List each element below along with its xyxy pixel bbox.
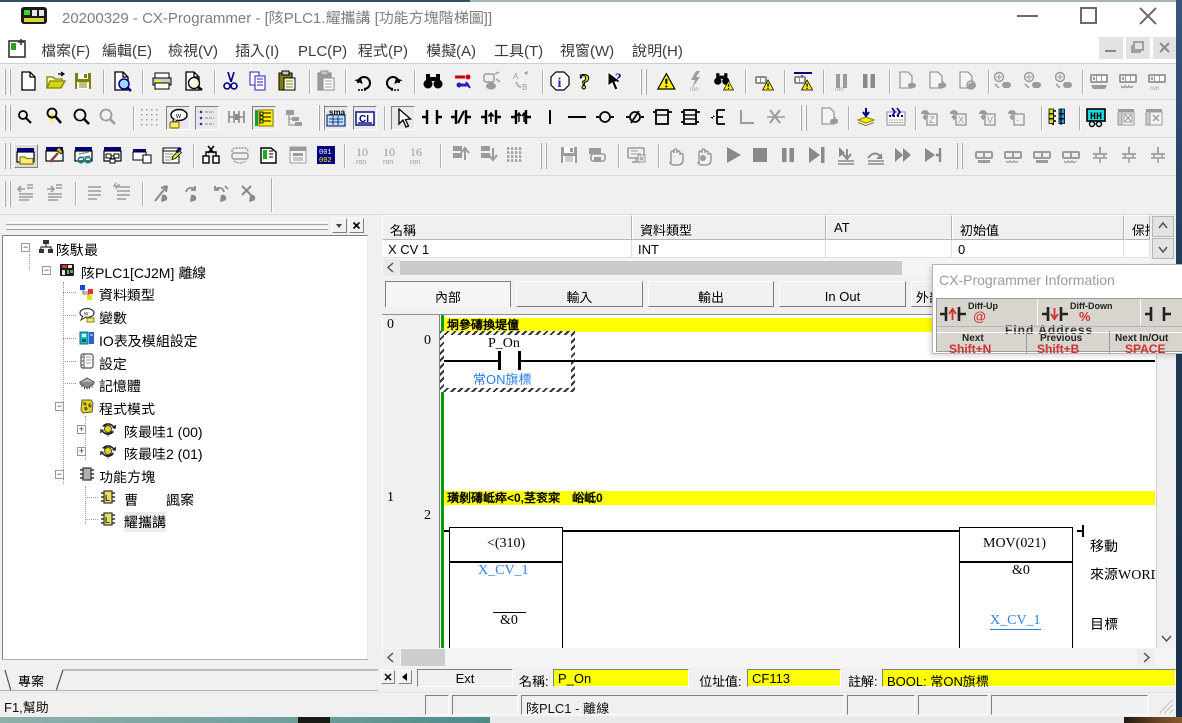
svg-text:002: 002 — [319, 157, 332, 165]
svg-text:ron: ron — [410, 159, 420, 166]
svg-text:10: 10 — [356, 145, 368, 159]
svg-text:16: 16 — [410, 145, 422, 159]
svg-text:i: i — [558, 76, 562, 91]
svg-text:?: ? — [615, 70, 622, 85]
svg-text:w: w — [175, 113, 182, 120]
svg-text:ron: ron — [835, 87, 844, 92]
svg-text:X: X — [958, 115, 964, 125]
svg-text:Z: Z — [929, 115, 935, 125]
svg-text:ron: ron — [383, 159, 393, 166]
svg-text:sma: sma — [329, 108, 346, 117]
svg-text:10: 10 — [383, 145, 395, 159]
svg-text:B: B — [522, 83, 527, 92]
svg-text:ron: ron — [356, 159, 366, 166]
svg-text:ron: ron — [1150, 85, 1160, 92]
svg-text:A: A — [513, 72, 519, 81]
svg-text:ron: ron — [690, 87, 699, 92]
svg-text:V: V — [987, 115, 993, 125]
svg-text:-: - — [1016, 115, 1019, 125]
svg-text:?: ? — [579, 70, 590, 92]
svg-text:001: 001 — [319, 149, 332, 157]
